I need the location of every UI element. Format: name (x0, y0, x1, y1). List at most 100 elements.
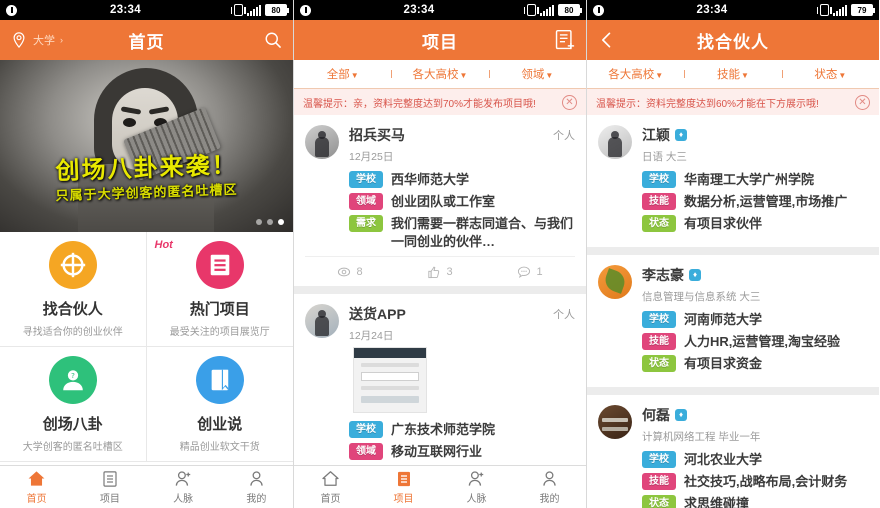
attribute-row: 学校 西华师范大学 (349, 171, 575, 188)
attribute-value: 有项目求伙伴 (684, 216, 763, 231)
carousel-dots[interactable] (256, 219, 284, 225)
tab-label: 我的 (539, 494, 560, 505)
verified-badge-icon: ♦ (675, 129, 687, 141)
filter-universities[interactable]: 各大高校▼ (391, 66, 488, 82)
signal-icon (832, 4, 847, 16)
status-right: 79 (816, 4, 875, 16)
tag-label: 技能 (642, 333, 676, 350)
person-attribute-list: 学校 河南师范大学 技能 人力HR,运营管理,淘宝经验 状态 有项目求资金 (598, 311, 868, 372)
eye-left (122, 118, 136, 127)
page-title: 找合伙人 (697, 32, 769, 52)
back-button[interactable] (597, 30, 617, 50)
people-list[interactable]: 江颖 ♦ 日语 大三 学校 华南理工大学广州学院 技能 数据分析,运营管理,市场… (587, 115, 879, 508)
info-icon (300, 4, 311, 16)
stat-views[interactable]: 8 (305, 265, 395, 279)
project-card[interactable]: 送货APP 个人 12月24日 学校 广东技术师范学院 领域 移动互联网行业 (294, 294, 586, 465)
stat-value: 8 (356, 265, 363, 278)
person-name-row: 何磊 ♦ (642, 405, 868, 425)
tile-gossip[interactable]: ? 创场八卦 大学创客的匿名吐槽区 (0, 347, 147, 462)
verified-badge-icon: ♦ (689, 269, 701, 281)
status-bar: 23:34 80 (294, 0, 586, 20)
thumbnail-titlebar (354, 348, 426, 358)
attribute-value: 西华师范大学 (391, 172, 470, 187)
status-time: 23:34 (403, 4, 435, 16)
filter-all[interactable]: 全部▼ (294, 66, 391, 82)
project-icon (103, 470, 117, 487)
status-bar: 23:34 79 (587, 0, 879, 20)
tab-home[interactable]: 首页 (294, 466, 367, 508)
filter-skills[interactable]: 技能▼ (684, 66, 781, 82)
tile-startup-talk[interactable]: 创业说 精品创业软文干货 (146, 347, 293, 462)
nav-header-find-partner: 找合伙人 (587, 20, 879, 60)
add-project-button[interactable] (554, 29, 576, 51)
chevron-down-icon: ▼ (459, 71, 468, 80)
carousel-dot-3[interactable] (278, 219, 284, 225)
status-bar: 23:34 80 (0, 0, 293, 20)
battery-icon: 80 (557, 4, 582, 16)
avatar[interactable] (598, 125, 632, 159)
filter-universities[interactable]: 各大高校▼ (587, 66, 684, 82)
project-date: 12月24日 (349, 330, 394, 342)
avatar-figure (608, 137, 622, 157)
tab-projects[interactable]: 项目 (367, 466, 440, 508)
project-card[interactable]: 招兵买马 个人 12月25日 学校 西华师范大学 领域 创业团队或工作室 需求 … (294, 115, 586, 286)
person-card[interactable]: 何磊 ♦ 计算机网络工程 毕业一年 学校 河北农业大学 技能 社交技巧,战略布局… (587, 395, 879, 508)
tab-projects[interactable]: 项目 (73, 466, 146, 508)
attribute-value: 广东技术师范学院 (391, 422, 496, 437)
svg-text:?: ? (71, 371, 75, 380)
vibrate-icon (816, 4, 832, 16)
tab-home[interactable]: 首页 (0, 466, 73, 508)
tile-hot-projects[interactable]: Hot 热门项目 最受关注的项目展览厅 (146, 232, 293, 347)
avatar[interactable] (305, 304, 339, 338)
attribute-row: 状态 求思维碰撞 (642, 495, 868, 508)
project-stats: 8 3 1 (305, 256, 575, 286)
avatar[interactable] (598, 265, 632, 299)
attribute-row: 学校 华南理工大学广州学院 (642, 171, 868, 188)
project-title-row: 送货APP 个人 (349, 304, 575, 324)
tab-profile[interactable]: 我的 (513, 466, 586, 508)
location-selector[interactable]: 大学 › (10, 31, 63, 49)
close-icon[interactable]: ✕ (562, 94, 577, 110)
tab-profile[interactable]: 我的 (220, 466, 293, 508)
stat-likes[interactable]: 3 (395, 265, 485, 279)
person-name-row: 江颖 ♦ (642, 125, 868, 145)
book-icon (195, 355, 244, 404)
battery-icon: 79 (850, 4, 875, 16)
carousel-dot-1[interactable] (256, 219, 262, 225)
contacts-icon (468, 471, 484, 486)
verified-badge-icon: ♦ (675, 409, 687, 421)
stat-value: 3 (446, 265, 453, 278)
tile-title: 创业说 (197, 415, 243, 433)
tile-title: 找合伙人 (42, 300, 103, 318)
stat-comments[interactable]: 1 (485, 265, 575, 279)
tab-contacts[interactable]: 人脉 (147, 466, 220, 508)
search-button[interactable] (263, 30, 283, 50)
person-name: 李志豪 (642, 267, 684, 283)
person-card[interactable]: 江颖 ♦ 日语 大三 学校 华南理工大学广州学院 技能 数据分析,运营管理,市场… (587, 115, 879, 247)
tile-find-partner[interactable]: 找合伙人 寻找适合你的创业伙伴 (0, 232, 147, 347)
chevron-right-icon: › (60, 35, 63, 45)
filter-label: 各大高校 (608, 69, 655, 81)
avatar[interactable] (305, 125, 339, 159)
brow-left (120, 106, 141, 115)
home-banner[interactable]: 创场八卦来袭！ 只属于大学创客的匿名吐槽区 (0, 60, 293, 232)
anonymous-person-glyph: ? (62, 369, 83, 390)
nav-header-home: 大学 › 首页 (0, 20, 293, 60)
person-attribute-list: 学校 河北农业大学 技能 社交技巧,战略布局,会计财务 状态 求思维碰撞 (598, 451, 868, 508)
tab-label: 人脉 (173, 494, 194, 505)
tab-contacts[interactable]: 人脉 (440, 466, 513, 508)
filter-label: 领域 (521, 69, 545, 81)
carousel-dot-2[interactable] (267, 219, 273, 225)
screen-projects: 23:34 80 项目 全部▼ 各大高校▼ 领域▼ 温馨提示：亲，资料完整度达到… (293, 0, 586, 508)
status-time: 23:34 (110, 4, 141, 16)
avatar[interactable] (598, 405, 632, 439)
person-card[interactable]: 李志豪 ♦ 信息管理与信息系统 大三 学校 河南师范大学 技能 人力HR,运营管… (587, 255, 879, 387)
close-icon[interactable]: ✕ (855, 94, 870, 110)
attribute-value: 社交技巧,战略布局,会计财务 (684, 474, 848, 489)
projects-feed[interactable]: 招兵买马 个人 12月25日 学校 西华师范大学 领域 创业团队或工作室 需求 … (294, 115, 586, 465)
thumbnail-input (361, 372, 419, 381)
filter-status[interactable]: 状态▼ (781, 66, 879, 82)
app-screenshot-thumbnail[interactable] (353, 347, 427, 413)
tag-label: 状态 (642, 355, 676, 372)
filter-field[interactable]: 领域▼ (488, 66, 586, 82)
